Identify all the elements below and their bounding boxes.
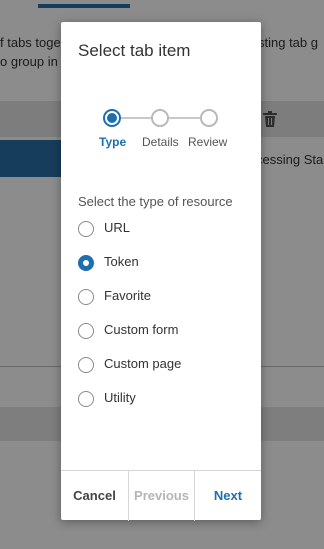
- radio-button[interactable]: [78, 289, 94, 305]
- step-type-label: Type: [99, 135, 127, 149]
- radio-label[interactable]: Utility: [104, 390, 136, 405]
- radio-label[interactable]: Custom page: [104, 356, 181, 371]
- dialog-title: Select tab item: [78, 41, 191, 60]
- cancel-button[interactable]: Cancel: [61, 471, 129, 521]
- stepper-connector: [167, 117, 200, 119]
- radio-option-custom-form[interactable]: Custom form: [78, 322, 248, 342]
- step-details-indicator: [151, 109, 169, 127]
- step-review-indicator: [200, 109, 218, 127]
- radio-label[interactable]: URL: [104, 220, 130, 235]
- radio-option-utility[interactable]: Utility: [78, 390, 248, 410]
- radio-option-favorite[interactable]: Favorite: [78, 288, 248, 308]
- step-review-label: Review: [188, 135, 228, 149]
- step-type-indicator: [103, 109, 121, 127]
- radio-button[interactable]: [78, 221, 94, 237]
- resource-type-label: Select the type of resource: [78, 194, 233, 209]
- next-button[interactable]: Next: [195, 471, 261, 521]
- radio-button[interactable]: [78, 323, 94, 339]
- radio-button-selected[interactable]: [78, 255, 94, 271]
- radio-label[interactable]: Custom form: [104, 322, 178, 337]
- dialog-footer: Cancel Previous Next: [61, 470, 261, 521]
- previous-button: Previous: [129, 471, 195, 521]
- wizard-stepper: Type Details Review: [61, 108, 261, 158]
- step-details-label: Details: [142, 135, 179, 149]
- radio-option-custom-page[interactable]: Custom page: [78, 356, 248, 376]
- radio-label[interactable]: Favorite: [104, 288, 151, 303]
- radio-option-token[interactable]: Token: [78, 254, 248, 274]
- select-tab-item-dialog: Select tab item Type Details Review Sele…: [61, 22, 261, 521]
- radio-button[interactable]: [78, 391, 94, 407]
- stepper-connector: [121, 117, 151, 119]
- radio-button[interactable]: [78, 357, 94, 373]
- radio-label[interactable]: Token: [104, 254, 139, 269]
- radio-option-url[interactable]: URL: [78, 220, 248, 240]
